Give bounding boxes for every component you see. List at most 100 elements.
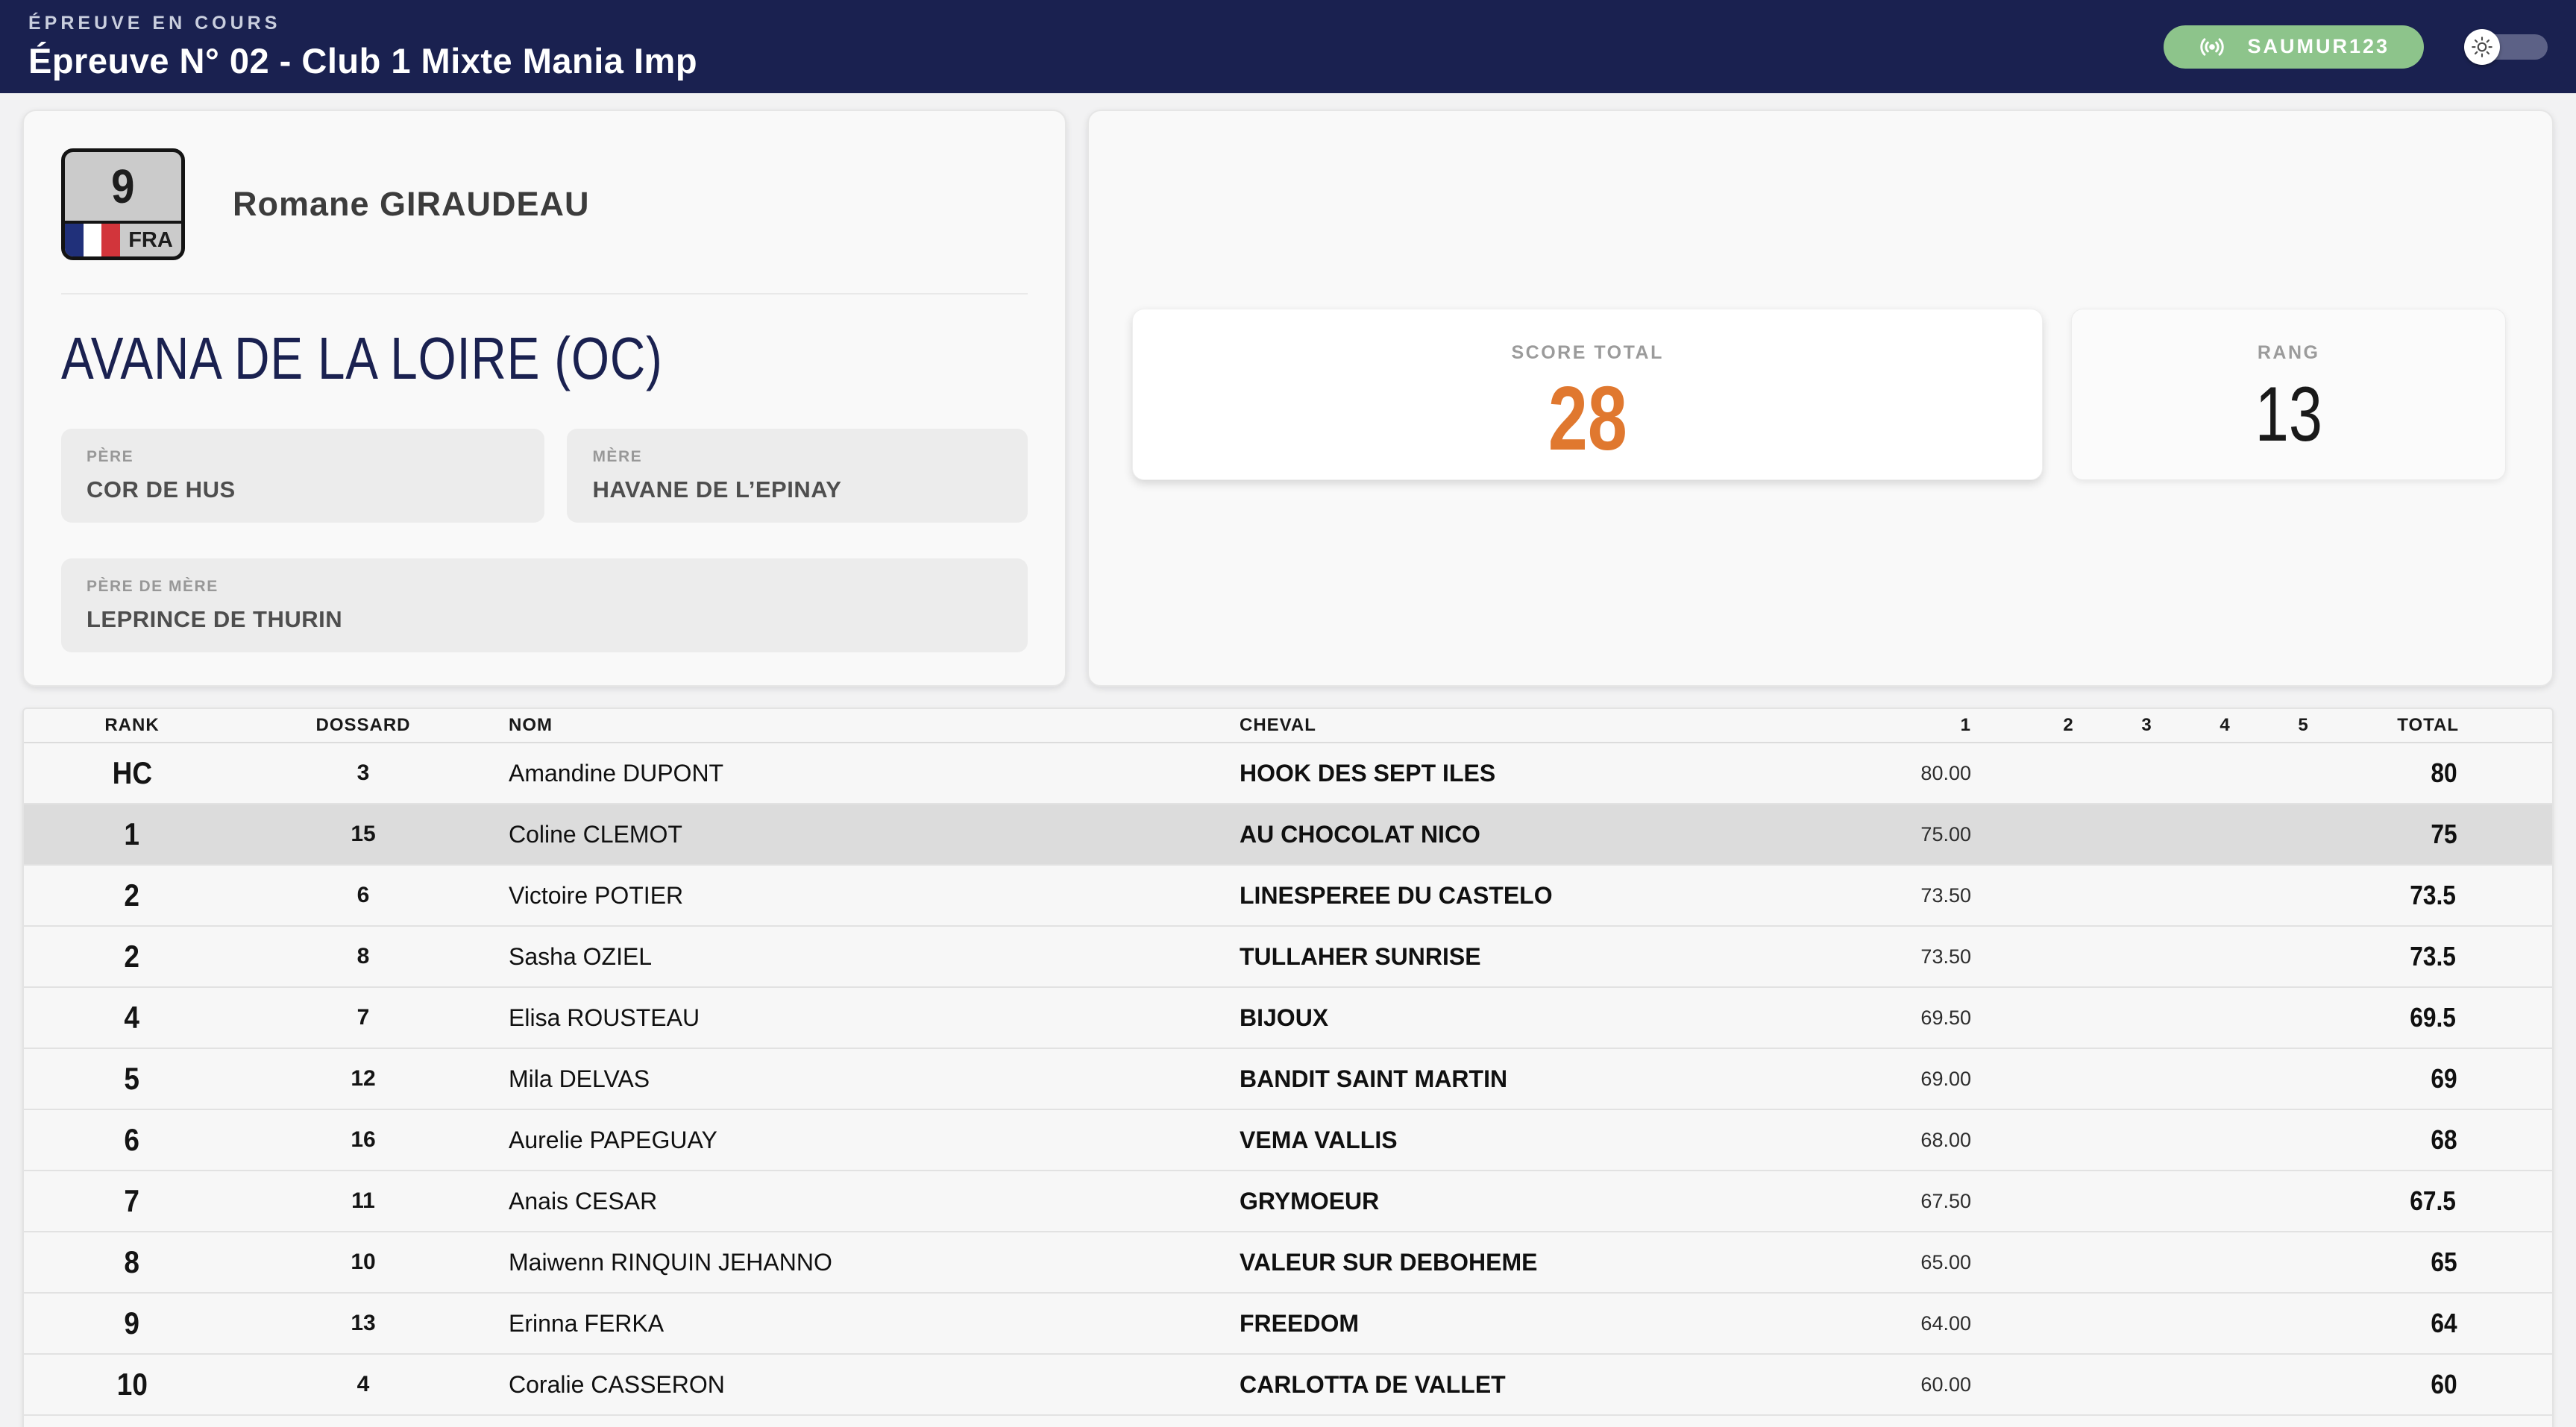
score1-cell: 64.00 [1844, 1312, 2029, 1335]
dossard-cell: 7 [240, 1005, 486, 1030]
nom-cell: Coralie CASSERON [486, 1371, 1240, 1399]
total-cell: 80 [2343, 757, 2552, 789]
nom-cell: Coline CLEMOT [486, 821, 1240, 848]
col-total: TOTAL [2343, 715, 2552, 736]
table-row[interactable]: 810Maiwenn RINQUIN JEHANNOVALEUR SUR DEB… [24, 1232, 2552, 1294]
cheval-cell: CARLOTTA DE VALLET [1240, 1371, 1844, 1399]
rank-cell: 4 [24, 1000, 240, 1036]
score-total-label: SCORE TOTAL [1133, 342, 2042, 364]
rank-cell: 2 [24, 878, 240, 913]
table-row[interactable]: 28Sasha OZIELTULLAHER SUNRISE73.5073.5 [24, 927, 2552, 988]
score1-cell: 60.00 [1844, 1373, 2029, 1396]
nom-cell: Aurelie PAPEGUAY [486, 1127, 1240, 1154]
col-score-3: 3 [2108, 715, 2186, 736]
rank-cell: HC [24, 755, 240, 791]
results-table: RANK DOSSARD NOM CHEVAL 1 2 3 4 5 TOTAL … [22, 708, 2554, 1427]
dossard-cell: 3 [240, 760, 486, 786]
nom-cell: Victoire POTIER [486, 882, 1240, 910]
country-code: FRA [120, 224, 181, 256]
dossard-cell: 10 [240, 1250, 486, 1275]
score-total-value: 28 [1133, 373, 2042, 464]
rank-cell: 7 [24, 1183, 240, 1219]
broadcast-icon [2198, 33, 2226, 61]
bib-number: 9 [65, 152, 181, 221]
pedigree-label: MÈRE [592, 448, 1002, 466]
score1-cell: 80.00 [1844, 762, 2029, 785]
cheval-cell: FREEDOM [1240, 1310, 1844, 1338]
rider-card: 9 FRA Romane GIRAUDEAU AVANA DE LA LOIRE… [22, 110, 1066, 687]
cheval-cell: TULLAHER SUNRISE [1240, 943, 1844, 971]
sun-icon [2471, 36, 2493, 58]
pedigree-label: PÈRE [87, 448, 519, 466]
dossard-cell: 6 [240, 883, 486, 908]
live-badge-label: SAUMUR123 [2247, 35, 2390, 58]
col-nom: NOM [486, 715, 1240, 736]
table-row[interactable]: 711Anais CESARGRYMOEUR67.5067.5 [24, 1171, 2552, 1232]
nom-cell: Amandine DUPONT [486, 760, 1240, 787]
nom-cell: Elisa ROUSTEAU [486, 1004, 1240, 1032]
pedigree-value: HAVANE DE L’EPINAY [592, 476, 1002, 503]
col-cheval: CHEVAL [1240, 715, 1844, 736]
table-row[interactable]: 913Erinna FERKAFREEDOM64.0064 [24, 1294, 2552, 1355]
results-table-body: HC3Amandine DUPONTHOOK DES SEPT ILES80.0… [24, 743, 2552, 1416]
nom-cell: Erinna FERKA [486, 1310, 1240, 1338]
pedigree-label: PÈRE DE MÈRE [87, 578, 1002, 596]
cheval-cell: AU CHOCOLAT NICO [1240, 821, 1844, 848]
nom-cell: Mila DELVAS [486, 1065, 1240, 1093]
score1-cell: 73.50 [1844, 945, 2029, 968]
horse-name: AVANA DE LA LOIRE (OC) [61, 329, 663, 388]
score1-cell: 65.00 [1844, 1251, 2029, 1274]
col-rank: RANK [24, 715, 240, 736]
header-titles: ÉPREUVE EN COURS Épreuve N° 02 - Club 1 … [28, 13, 697, 81]
score1-cell: 68.00 [1844, 1129, 2029, 1152]
header-actions: SAUMUR123 [2164, 25, 2548, 69]
table-row[interactable]: HC3Amandine DUPONTHOOK DES SEPT ILES80.0… [24, 743, 2552, 804]
nom-cell: Anais CESAR [486, 1188, 1240, 1215]
dossard-cell: 4 [240, 1372, 486, 1397]
score-total-card: SCORE TOTAL 28 [1132, 309, 2043, 480]
table-row[interactable]: 512Mila DELVASBANDIT SAINT MARTIN69.0069 [24, 1049, 2552, 1110]
nom-cell: Maiwenn RINQUIN JEHANNO [486, 1249, 1240, 1276]
rank-cell: 2 [24, 939, 240, 974]
total-cell: 65 [2343, 1247, 2552, 1278]
app-header: ÉPREUVE EN COURS Épreuve N° 02 - Club 1 … [0, 0, 2576, 93]
col-score-2: 2 [2029, 715, 2108, 736]
col-score-4: 4 [2186, 715, 2264, 736]
score1-cell: 69.50 [1844, 1007, 2029, 1030]
rank-label: RANG [2072, 342, 2505, 364]
rank-cell: 10 [24, 1367, 240, 1402]
dossard-cell: 11 [240, 1188, 486, 1214]
live-session-badge[interactable]: SAUMUR123 [2164, 25, 2424, 69]
dossard-cell: 16 [240, 1127, 486, 1153]
nom-cell: Sasha OZIEL [486, 943, 1240, 971]
table-row[interactable]: 104Coralie CASSERONCARLOTTA DE VALLET60.… [24, 1355, 2552, 1416]
rank-cell: 8 [24, 1244, 240, 1280]
cheval-cell: BANDIT SAINT MARTIN [1240, 1065, 1844, 1093]
total-cell: 64 [2343, 1308, 2552, 1339]
dossard-cell: 8 [240, 944, 486, 969]
rank-cell: 1 [24, 816, 240, 852]
rank-card: RANG 13 [2071, 309, 2506, 480]
table-row[interactable]: 115Coline CLEMOTAU CHOCOLAT NICO75.0075 [24, 804, 2552, 866]
event-status-label: ÉPREUVE EN COURS [28, 13, 697, 34]
theme-toggle[interactable] [2464, 29, 2548, 65]
score-panel: SCORE TOTAL 28 RANG 13 [1087, 110, 2554, 687]
table-row[interactable]: 47Elisa ROUSTEAUBIJOUX69.50 69.5 [24, 988, 2552, 1049]
table-row[interactable]: 26Victoire POTIERLINESPEREE DU CASTELO73… [24, 866, 2552, 927]
rank-cell: 6 [24, 1122, 240, 1158]
score1-cell: 69.00 [1844, 1068, 2029, 1091]
dossard-cell: 12 [240, 1066, 486, 1091]
total-cell: 60 [2343, 1369, 2552, 1400]
total-cell: 75 [2343, 819, 2552, 850]
pedigree-box-pere-de-mere: PÈRE DE MÈRE LEPRINCE DE THURIN [61, 558, 1028, 652]
toggle-knob [2464, 29, 2500, 65]
cheval-cell: BIJOUX [1240, 1004, 1844, 1032]
table-row[interactable]: 616Aurelie PAPEGUAYVEMA VALLIS68.0068 [24, 1110, 2552, 1171]
cheval-cell: LINESPEREE DU CASTELO [1240, 882, 1844, 910]
bib-card: 9 FRA [61, 148, 185, 260]
page-title: Épreuve N° 02 - Club 1 Mixte Mania Imp [28, 40, 697, 81]
total-cell: 69.5 [2343, 1002, 2552, 1033]
col-score-5: 5 [2264, 715, 2343, 736]
france-flag-icon [65, 224, 120, 256]
pedigree-box-pere: PÈRE COR DE HUS [61, 429, 544, 523]
